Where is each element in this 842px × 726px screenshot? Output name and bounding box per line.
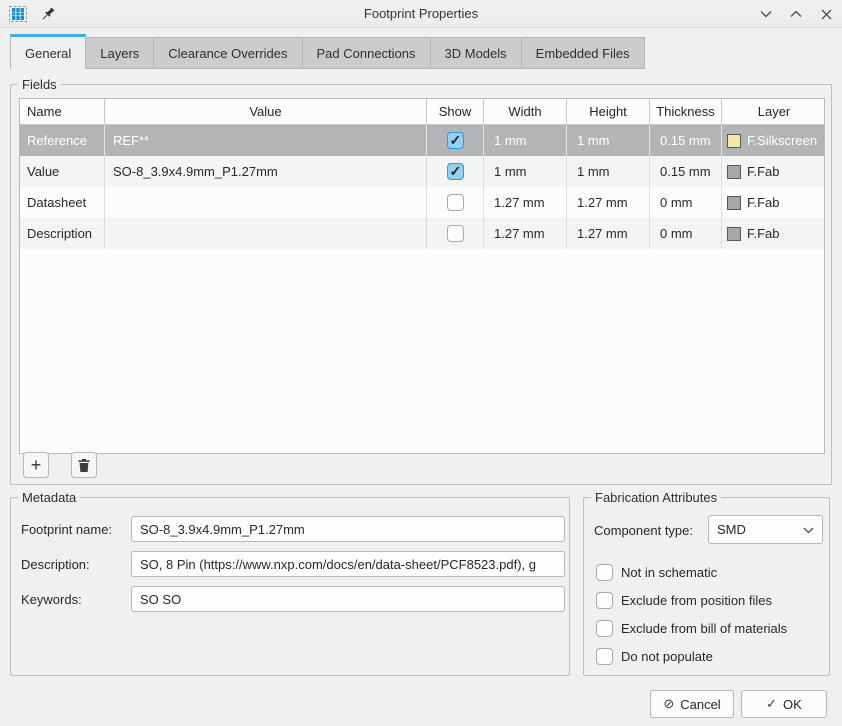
- component-type-select[interactable]: SMD: [708, 515, 823, 544]
- field-height-cell[interactable]: 1.27 mm: [567, 218, 650, 249]
- checkbox-box[interactable]: [596, 592, 613, 609]
- check-icon: ✓: [766, 696, 777, 712]
- checkbox-box[interactable]: [596, 620, 613, 637]
- fields-table: Name Value Show Width Height Thickness L…: [19, 98, 825, 454]
- field-width-cell[interactable]: 1.27 mm: [484, 218, 567, 249]
- checkbox-exclude-position-files[interactable]: Exclude from position files: [596, 592, 772, 609]
- trash-icon: [77, 458, 91, 473]
- table-row[interactable]: Reference REF** 1 mm 1 mm 0.15 mm F.Silk…: [20, 125, 824, 156]
- field-layer-cell[interactable]: F.Fab: [722, 156, 825, 187]
- show-checkbox[interactable]: [447, 163, 464, 180]
- fields-group-label: Fields: [18, 77, 61, 92]
- checkbox-exclude-bom[interactable]: Exclude from bill of materials: [596, 620, 787, 637]
- show-checkbox[interactable]: [447, 194, 464, 211]
- table-header: Name Value Show Width Height Thickness L…: [20, 99, 824, 125]
- description-label: Description:: [21, 557, 90, 572]
- field-thickness-cell[interactable]: 0.15 mm: [650, 156, 722, 187]
- field-layer-cell[interactable]: F.Silkscreen: [722, 125, 825, 156]
- field-layer-cell[interactable]: F.Fab: [722, 187, 825, 218]
- field-height-cell[interactable]: 1 mm: [567, 125, 650, 156]
- checkbox-not-in-schematic[interactable]: Not in schematic: [596, 564, 717, 581]
- show-checkbox[interactable]: [447, 132, 464, 149]
- metadata-group: Metadata Footprint name: SO-8_3.9x4.9mm_…: [10, 497, 570, 676]
- keywords-input[interactable]: SO SO: [131, 586, 565, 612]
- tab-pad-connections[interactable]: Pad Connections: [303, 37, 431, 69]
- cancel-button[interactable]: ⊘ Cancel: [650, 690, 734, 718]
- window-title: Footprint Properties: [0, 6, 842, 21]
- minimize-icon[interactable]: [758, 6, 774, 22]
- chevron-down-icon: [803, 522, 814, 537]
- component-type-label: Component type:: [594, 523, 693, 538]
- field-height-cell[interactable]: 1.27 mm: [567, 187, 650, 218]
- layer-color-swatch: [727, 227, 741, 241]
- checkbox-label: Exclude from bill of materials: [621, 621, 787, 636]
- field-width-cell[interactable]: 1 mm: [484, 156, 567, 187]
- maximize-icon[interactable]: [788, 6, 804, 22]
- footprint-name-label: Footprint name:: [21, 522, 112, 537]
- col-header-height[interactable]: Height: [567, 99, 650, 124]
- field-layer-cell[interactable]: F.Fab: [722, 218, 825, 249]
- col-header-name[interactable]: Name: [20, 99, 105, 124]
- delete-field-button[interactable]: [71, 452, 97, 478]
- field-value-cell[interactable]: [105, 187, 427, 218]
- component-type-value: SMD: [717, 522, 746, 537]
- field-name-cell[interactable]: Reference: [20, 125, 105, 156]
- field-thickness-cell[interactable]: 0 mm: [650, 218, 722, 249]
- fabrication-attributes-group: Fabrication Attributes Component type: S…: [583, 497, 830, 676]
- plus-icon: +: [31, 456, 42, 474]
- checkbox-do-not-populate[interactable]: Do not populate: [596, 648, 713, 665]
- layer-color-swatch: [727, 165, 741, 179]
- close-icon[interactable]: [818, 6, 834, 22]
- field-height-cell[interactable]: 1 mm: [567, 156, 650, 187]
- show-checkbox[interactable]: [447, 225, 464, 242]
- field-value-cell[interactable]: [105, 218, 427, 249]
- field-width-cell[interactable]: 1.27 mm: [484, 187, 567, 218]
- col-header-thickness[interactable]: Thickness: [650, 99, 722, 124]
- tab-layers[interactable]: Layers: [86, 37, 154, 69]
- titlebar: Footprint Properties: [0, 0, 842, 28]
- tab-embedded-files[interactable]: Embedded Files: [522, 37, 645, 69]
- checkbox-box[interactable]: [596, 648, 613, 665]
- footprint-name-input[interactable]: SO-8_3.9x4.9mm_P1.27mm: [131, 516, 565, 542]
- cancel-label: Cancel: [680, 697, 720, 712]
- checkbox-label: Exclude from position files: [621, 593, 772, 608]
- add-field-button[interactable]: +: [23, 452, 49, 478]
- layer-color-swatch: [727, 134, 741, 148]
- checkbox-label: Do not populate: [621, 649, 713, 664]
- table-row[interactable]: Description 1.27 mm 1.27 mm 0 mm F.Fab: [20, 218, 824, 249]
- tab-general[interactable]: General: [10, 34, 86, 69]
- description-input[interactable]: SO, 8 Pin (https://www.nxp.com/docs/en/d…: [131, 551, 565, 577]
- tab-bar: General Layers Clearance Overrides Pad C…: [10, 36, 645, 69]
- tab-clearance-overrides[interactable]: Clearance Overrides: [154, 37, 302, 69]
- field-name-cell[interactable]: Description: [20, 218, 105, 249]
- fields-group: Fields Name Value Show Width Height Thic…: [10, 84, 832, 485]
- checkbox-label: Not in schematic: [621, 565, 717, 580]
- field-width-cell[interactable]: 1 mm: [484, 125, 567, 156]
- layer-color-swatch: [727, 196, 741, 210]
- table-row[interactable]: Datasheet 1.27 mm 1.27 mm 0 mm F.Fab: [20, 187, 824, 218]
- field-thickness-cell[interactable]: 0.15 mm: [650, 125, 722, 156]
- field-thickness-cell[interactable]: 0 mm: [650, 187, 722, 218]
- field-name-cell[interactable]: Datasheet: [20, 187, 105, 218]
- cancel-icon: ⊘: [663, 696, 674, 712]
- metadata-group-label: Metadata: [18, 490, 80, 505]
- field-name-cell[interactable]: Value: [20, 156, 105, 187]
- tab-3d-models[interactable]: 3D Models: [431, 37, 522, 69]
- table-row[interactable]: Value SO-8_3.9x4.9mm_P1.27mm 1 mm 1 mm 0…: [20, 156, 824, 187]
- field-value-cell[interactable]: REF**: [105, 125, 427, 156]
- checkbox-box[interactable]: [596, 564, 613, 581]
- ok-label: OK: [783, 697, 802, 712]
- field-value-cell[interactable]: SO-8_3.9x4.9mm_P1.27mm: [105, 156, 427, 187]
- fabrication-group-label: Fabrication Attributes: [591, 490, 721, 505]
- ok-button[interactable]: ✓ OK: [741, 690, 827, 718]
- col-header-width[interactable]: Width: [484, 99, 567, 124]
- keywords-label: Keywords:: [21, 592, 82, 607]
- col-header-layer[interactable]: Layer: [722, 99, 825, 124]
- col-header-show[interactable]: Show: [427, 99, 484, 124]
- col-header-value[interactable]: Value: [105, 99, 427, 124]
